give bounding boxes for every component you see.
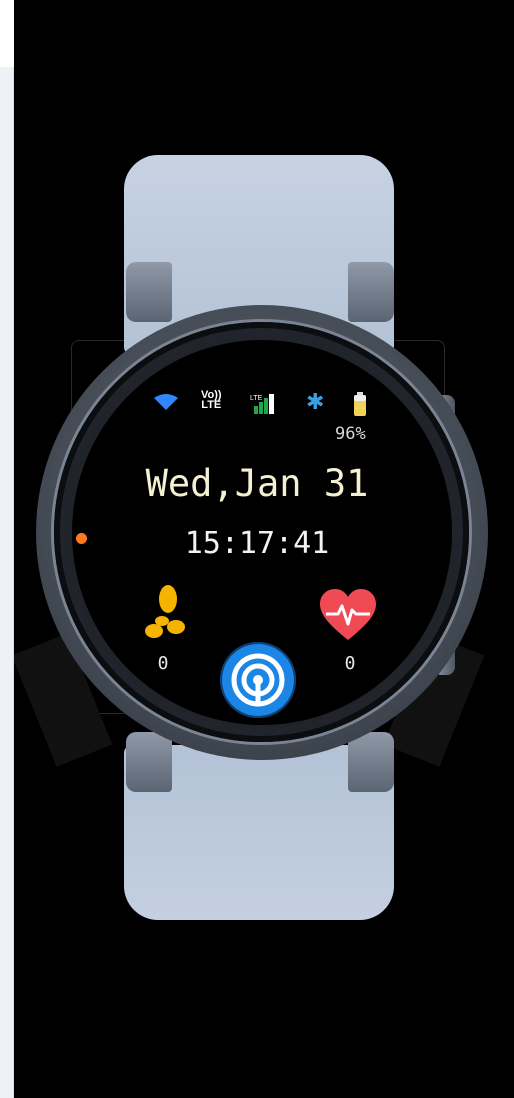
lug-bottom-right [348,732,394,792]
battery-icon [354,392,366,420]
date-label: Wed,Jan 31 [145,462,369,505]
lug-bottom-left [126,732,172,792]
lug-top-right [348,262,394,322]
center-shortcut-button[interactable] [220,642,296,718]
battery-percent: 96% [335,424,366,444]
steps-count: 0 [157,653,169,674]
side-panel-edge [0,67,14,1098]
volte-icon: Vo)) LTE [201,390,222,411]
bluetooth-icon: ✱ [306,390,325,415]
volte-bottom-label: LTE [201,399,222,411]
lug-top-left [126,262,172,322]
heart-rate-value: 0 [344,653,356,674]
wifi-icon [152,392,180,416]
watch-preview-canvas: Vo)) LTE LTE ✱ 96% Wed,Jan 31 15:17:41 0 [14,0,514,1098]
footsteps-icon[interactable] [140,585,186,649]
lte-signal-icon: LTE [250,392,278,420]
signal-broadcast-icon [231,653,285,707]
indicator-dot [76,533,87,544]
time-label: 15:17:41 [184,526,330,561]
heart-rate-icon[interactable] [318,588,378,646]
lte-label: LTE [250,395,263,402]
